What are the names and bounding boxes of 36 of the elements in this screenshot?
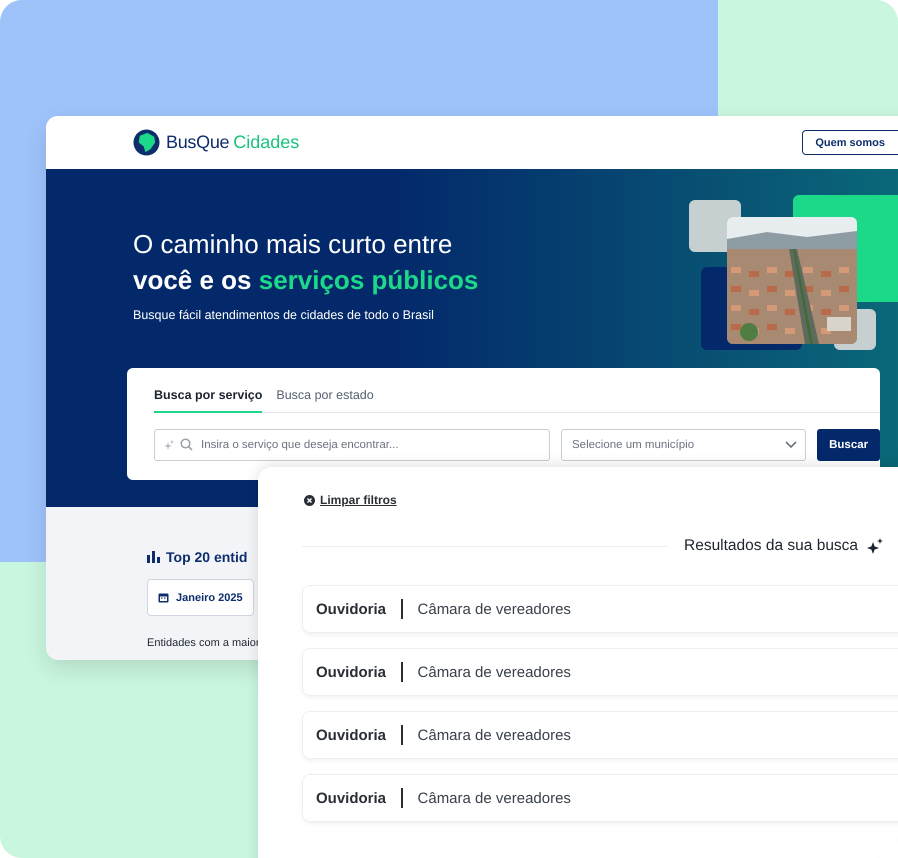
entity-name: Câmara de vereadores bbox=[418, 664, 571, 680]
calendar-icon bbox=[158, 592, 169, 603]
entity-name: Câmara de vereadores bbox=[418, 726, 571, 744]
section-caption: Entidades com a maior bbox=[147, 637, 260, 649]
chevron-down-icon bbox=[785, 441, 798, 449]
logo-text: BusQue bbox=[166, 132, 230, 153]
service-name: Ouvidoria bbox=[316, 726, 386, 744]
hero-title: O caminho mais curto entre bbox=[133, 228, 454, 261]
result-card[interactable]: Ouvidoria Câmara de vereadores bbox=[302, 774, 898, 822]
service-name: Ouvidoria bbox=[316, 790, 386, 806]
city-select[interactable]: Selecione um município bbox=[561, 429, 806, 461]
sparkle-icon bbox=[164, 440, 174, 450]
sparkle-icon bbox=[866, 538, 884, 554]
result-card[interactable]: Ouvidoria Câmara de vereadores bbox=[302, 711, 898, 759]
search-button[interactable]: Buscar bbox=[817, 429, 880, 461]
bar-chart-icon bbox=[147, 551, 160, 563]
result-card[interactable]: Ouvidoria Câmara de vereadores bbox=[302, 585, 898, 633]
close-icon bbox=[304, 494, 315, 506]
about-button[interactable]: Quem somos bbox=[802, 130, 898, 155]
month-button[interactable]: Janeiro 2025 bbox=[147, 579, 254, 616]
search-icon bbox=[180, 438, 193, 451]
clear-filters-link[interactable]: Limpar filtros bbox=[304, 493, 397, 507]
search-tab[interactable]: Busca por estado bbox=[276, 382, 374, 413]
section-title: Top 20 entid bbox=[166, 549, 248, 565]
entity-name: Câmara de vereadores bbox=[418, 790, 571, 806]
service-name: Ouvidoria bbox=[316, 600, 386, 618]
globe-logo-icon bbox=[133, 129, 160, 156]
service-search-field[interactable]: Insira o serviço que deseja encontrar... bbox=[154, 429, 550, 461]
result-card[interactable]: Ouvidoria Câmara de vereadores bbox=[302, 648, 898, 696]
hero-title: você e os serviços públicos bbox=[133, 264, 480, 297]
entity-name: Câmara de vereadores bbox=[418, 600, 571, 618]
service-name: Ouvidoria bbox=[316, 664, 386, 680]
results-heading: Resultados da sua busca bbox=[684, 537, 858, 555]
logo-text: Cidades bbox=[233, 132, 300, 153]
hero-subtitle: Busque fácil atendimentos de cidades de todo o Brasil bbox=[133, 308, 435, 322]
search-tab[interactable]: Busca por serviço bbox=[154, 382, 262, 413]
